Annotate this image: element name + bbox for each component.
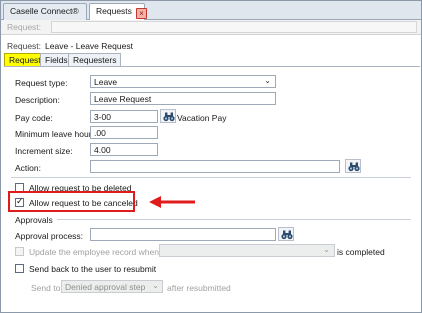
increment-size-label: Increment size: (15, 146, 73, 156)
action-lookup-button[interactable] (345, 159, 361, 173)
update-employee-label: Update the employee record when (29, 247, 159, 257)
send-to-suffix: after resubmitted (167, 283, 231, 293)
min-leave-hours-value: .00 (94, 128, 106, 138)
update-employee-checkbox[interactable] (15, 247, 24, 256)
min-leave-hours-input[interactable]: .00 (90, 126, 158, 139)
increment-size-input[interactable]: 4.00 (90, 143, 158, 156)
document-tab-bar: Caselle Connect® Requests × (1, 1, 421, 21)
send-back-checkbox[interactable] (15, 264, 24, 273)
pay-code-input[interactable]: 3-00 (90, 110, 158, 123)
request-title-label: Request: (7, 41, 42, 51)
send-to-select[interactable]: Denied approval step ⌄ (61, 280, 163, 293)
send-back-label: Send back to the user to resubmit (29, 264, 157, 274)
annotation-highlight-box (8, 191, 135, 212)
action-label: Action: (15, 163, 41, 173)
tab-strip-divider (4, 66, 420, 67)
action-input[interactable] (90, 160, 340, 173)
pay-code-label: Pay code: (15, 113, 53, 123)
min-leave-hours-label: Minimum leave hours: (15, 129, 99, 139)
request-type-value: Leave (94, 77, 118, 87)
chevron-down-icon: ⌄ (264, 76, 271, 85)
request-type-label: Request type: (15, 78, 68, 88)
tab-caselle-connect[interactable]: Caselle Connect® (3, 3, 87, 20)
approval-process-lookup-button[interactable] (278, 227, 294, 241)
tab-requests[interactable]: Requests × (89, 3, 147, 21)
request-search-input[interactable] (51, 21, 417, 33)
request-title-value: Leave - Leave Request (45, 41, 133, 51)
send-to-label: Send to (31, 283, 61, 293)
approval-process-label: Approval process: (15, 231, 84, 241)
increment-size-value: 4.00 (94, 145, 111, 155)
chevron-down-icon: ⌄ (323, 245, 330, 254)
pay-code-lookup-button[interactable] (160, 109, 176, 123)
window: Caselle Connect® Requests × Request: Requ… (0, 0, 422, 313)
update-employee-suffix: is completed (337, 247, 385, 257)
pay-code-description: Vacation Pay (177, 113, 227, 123)
request-type-select[interactable]: Leave ⌄ (90, 75, 276, 88)
description-value: Leave Request (94, 94, 152, 104)
send-to-value: Denied approval step (65, 282, 146, 292)
divider (11, 177, 411, 178)
binoculars-icon (281, 230, 293, 240)
description-label: Description: (15, 95, 60, 105)
close-icon[interactable]: × (135, 8, 147, 19)
chevron-down-icon: ⌄ (152, 281, 159, 290)
tab-requesters[interactable]: Requesters (68, 53, 122, 66)
tab-requests-label: Requests (96, 6, 132, 16)
tab-caselle-connect-label: Caselle Connect® (10, 6, 79, 16)
binoculars-icon (348, 162, 360, 172)
request-search-label: Request: (7, 22, 42, 32)
binoculars-icon (163, 112, 175, 122)
approvals-heading: Approvals (15, 215, 53, 225)
approval-process-input[interactable] (90, 228, 276, 241)
request-search-bar: Request: (1, 20, 421, 35)
annotation-arrow-icon (149, 196, 195, 208)
pay-code-value: 3-00 (94, 112, 112, 122)
description-input[interactable]: Leave Request (90, 92, 276, 105)
approvals-divider (57, 219, 411, 220)
update-employee-select[interactable]: ⌄ (159, 244, 335, 257)
request-title: Request: Leave - Leave Request (7, 41, 133, 51)
